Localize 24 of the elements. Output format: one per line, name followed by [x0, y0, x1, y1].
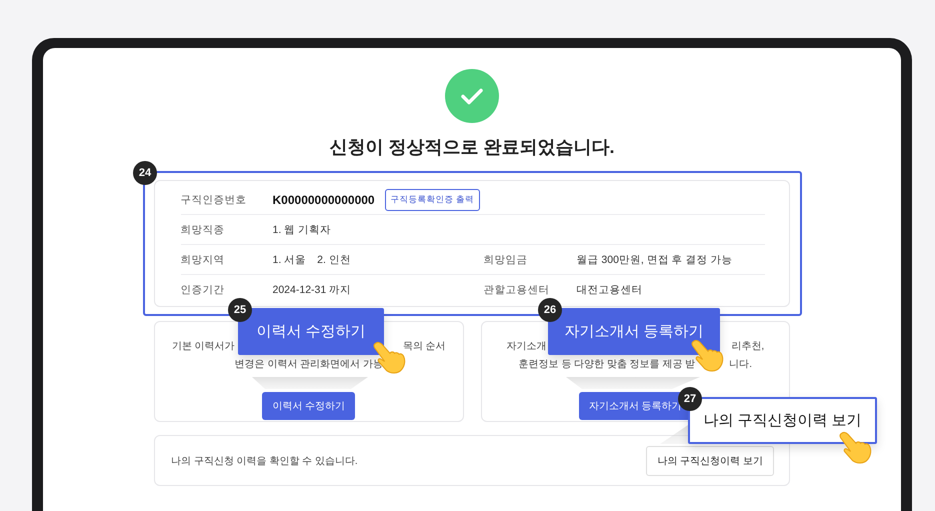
description-text: 자기소개	[506, 340, 546, 354]
description-text: 기본 이력서가	[172, 340, 235, 354]
field-value: K00000000000000	[272, 192, 375, 206]
completion-title: 신청이 정상적으로 완료되었습니다.	[329, 136, 614, 159]
history-text: 나의 구직신청 이력을 확인할 수 있습니다.	[171, 454, 358, 468]
field-label: 관할고용센터	[484, 282, 550, 296]
description-text: 니다.	[729, 358, 752, 372]
field-value: 대전고용센터	[576, 282, 642, 296]
field-label: 구직인증번호	[180, 192, 248, 206]
description-text: 목의 순서	[402, 340, 446, 354]
field-value: 월급 300만원, 면접 후 결정 가능	[576, 252, 733, 266]
history-button[interactable]: 나의 구직신청이력 보기	[646, 446, 774, 476]
success-check-icon	[445, 69, 499, 123]
field-value: 2024-12-31 까지	[272, 282, 352, 296]
field-value: 1. 웹 기획자	[272, 222, 332, 236]
field-value: 1. 서울 2. 인천	[272, 252, 351, 266]
field-label: 희망직종	[180, 222, 226, 236]
field-label: 희망임금	[484, 252, 528, 266]
action-button[interactable]: 이력서 수정하기	[262, 392, 356, 420]
field-label: 희망지역	[180, 252, 226, 266]
print-certificate-button[interactable]: 구직등록확인증 출력	[384, 188, 480, 210]
field-label: 인증기간	[180, 282, 226, 296]
description-text: 리추천,	[731, 340, 764, 354]
description-text: 훈련정보 등 다양한 맞춤 정보를 제공 받	[518, 358, 696, 372]
